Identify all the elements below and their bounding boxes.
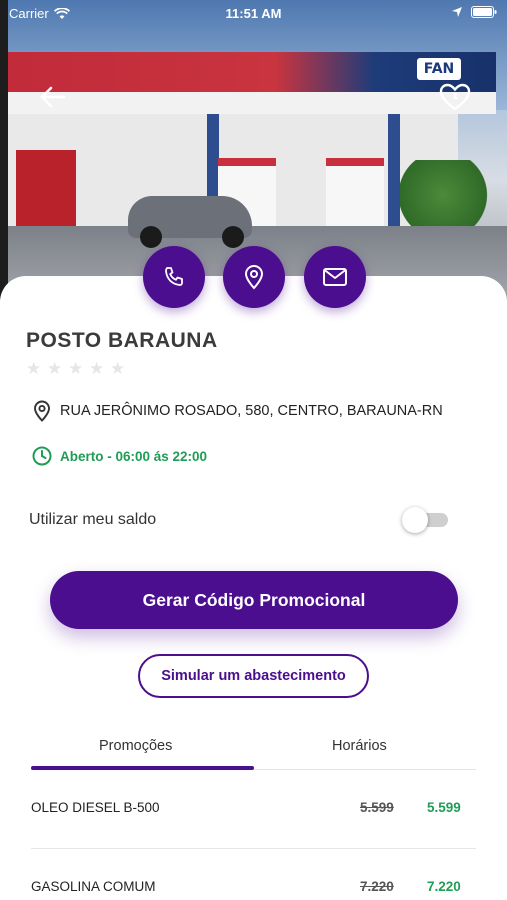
list-item[interactable]: OLEO DIESEL B-500 5.599 5.599 (31, 770, 476, 849)
use-balance-label: Utilizar meu saldo (29, 511, 157, 528)
station-name: POSTO BARAUNA (26, 329, 218, 352)
star-icon: ★ (47, 359, 63, 378)
clock-icon (32, 446, 52, 466)
fuel-name: GASOLINA COMUM (31, 879, 156, 894)
simulate-refuel-button[interactable]: Simular um abastecimento (138, 654, 369, 698)
generate-promo-code-button[interactable]: Gerar Código Promocional (50, 571, 458, 629)
back-button[interactable] (38, 84, 68, 110)
address-text: RUA JERÔNIMO ROSADO, 580, CENTRO, BARAUN… (60, 403, 443, 419)
use-balance-toggle[interactable] (402, 507, 448, 533)
address-line: RUA JERÔNIMO ROSADO, 580, CENTRO, BARAUN… (32, 400, 443, 422)
phone-icon (165, 267, 183, 286)
star-icon: ★ (110, 359, 126, 378)
star-icon: ★ (89, 359, 105, 378)
email-button[interactable] (304, 246, 366, 308)
list-item[interactable]: GASOLINA COMUM 7.220 7.220 (31, 849, 476, 900)
old-price: 7.220 (360, 879, 394, 894)
tab-bar: Promoções Horários (31, 730, 476, 770)
star-icon: ★ (68, 359, 84, 378)
hours-text: Aberto - 06:00 ás 22:00 (60, 448, 208, 464)
location-arrow-icon (452, 7, 462, 17)
mail-icon (323, 268, 347, 286)
new-price: 5.599 (427, 800, 461, 815)
map-pin-icon (34, 400, 50, 422)
opening-hours: Aberto - 06:00 ás 22:00 (32, 446, 207, 466)
contact-actions (0, 246, 507, 310)
arrow-left-icon (40, 86, 66, 108)
tab-hours[interactable]: Horários (332, 738, 387, 754)
favorite-button[interactable] (438, 82, 472, 112)
old-price: 5.599 (360, 800, 394, 815)
status-bar: Carrier 11:51 AM (0, 0, 507, 26)
fuel-name: OLEO DIESEL B-500 (31, 800, 160, 815)
star-icon: ★ (26, 359, 42, 378)
battery-icon (471, 6, 497, 18)
new-price: 7.220 (427, 879, 461, 894)
status-time: 11:51 AM (225, 6, 282, 21)
map-button[interactable] (223, 246, 285, 308)
call-button[interactable] (143, 246, 205, 308)
station-brand-sign: FAN (417, 58, 461, 80)
tab-promotions[interactable]: Promoções (99, 738, 172, 754)
map-pin-icon (244, 265, 264, 290)
heart-icon (439, 83, 471, 111)
rating-stars: ★ ★ ★ ★ ★ (26, 360, 127, 377)
